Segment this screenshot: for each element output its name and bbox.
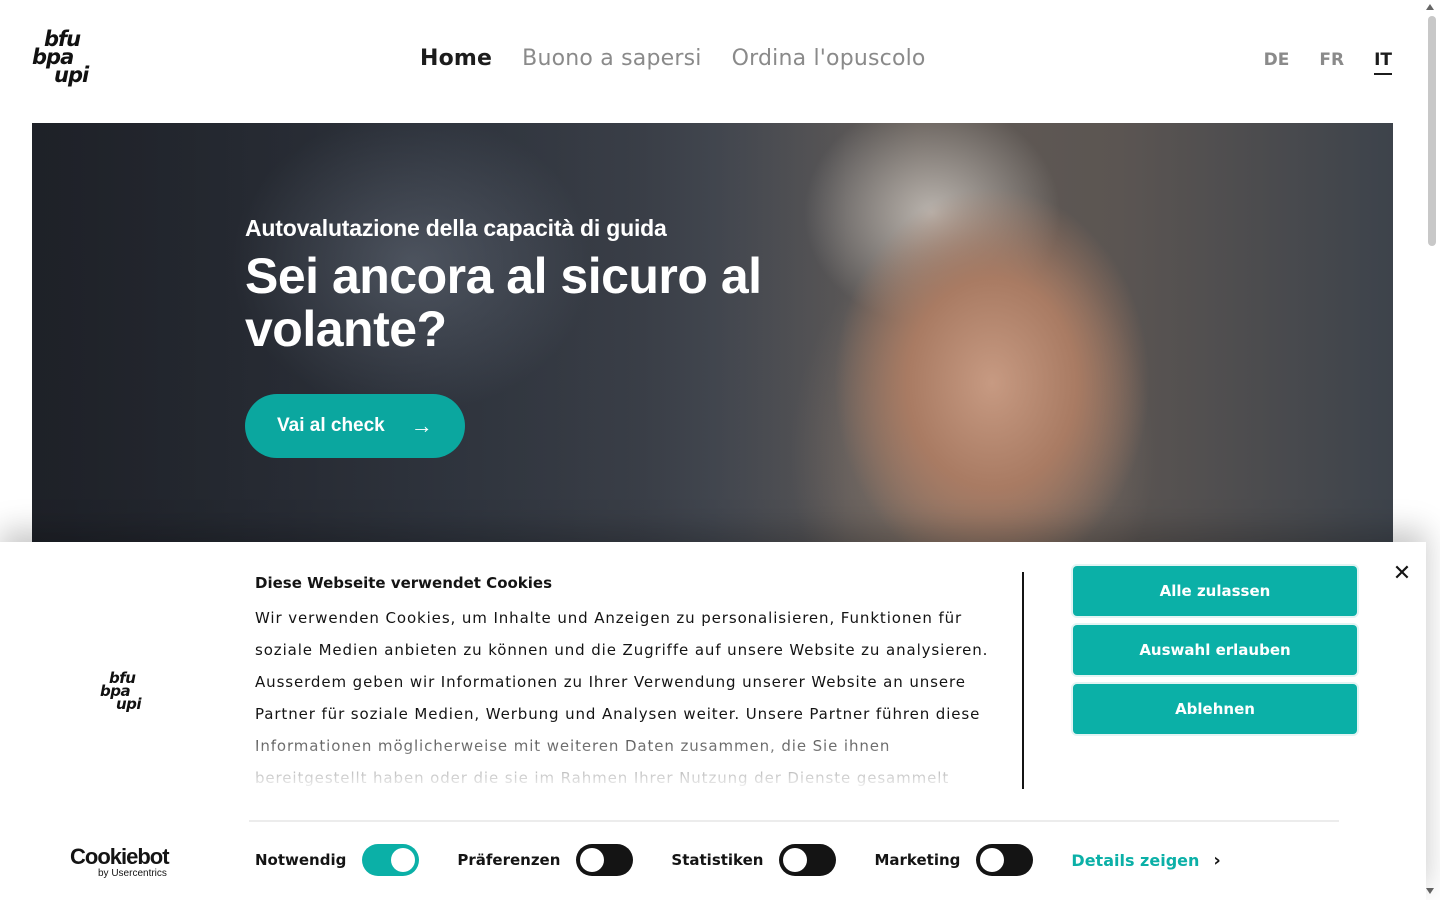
toggle-preferences[interactable] (576, 844, 634, 876)
consent-marketing: Marketing (874, 844, 1034, 876)
toggle-necessary[interactable] (362, 844, 420, 876)
cookie-actions: Alle zulassen Auswahl erlauben Ablehnen (1073, 566, 1357, 734)
consent-preferences: Präferenzen (457, 844, 634, 876)
cookie-description: Wir verwenden Cookies, um Inhalte und An… (255, 602, 1005, 788)
consent-toggles: Notwendig Präferenzen Statistiken Market… (255, 844, 1221, 876)
cookiebot-logo[interactable]: Cookiebot by Usercentrics (70, 844, 170, 879)
chevron-right-icon: › (1213, 849, 1221, 871)
toggle-knob (391, 848, 416, 872)
toggle-marketing[interactable] (976, 844, 1034, 876)
lang-it[interactable]: IT (1374, 50, 1392, 75)
consent-necessary: Notwendig (255, 844, 420, 876)
nav-item-ordina-opuscolo[interactable]: Ordina l'opuscolo (732, 46, 926, 71)
toggle-statistics[interactable] (779, 844, 837, 876)
toggle-knob (580, 848, 605, 872)
check-button-label: Vai al check (277, 415, 385, 436)
nav-item-buono-a-sapersi[interactable]: Buono a sapersi (522, 46, 701, 71)
allow-selection-button[interactable]: Auswahl erlauben (1073, 625, 1357, 675)
toggle-knob (980, 848, 1005, 872)
cookie-banner-logo: bfu bpa upi (100, 669, 142, 713)
show-details-link[interactable]: Details zeigen › (1071, 850, 1220, 871)
consent-statistics: Statistiken (671, 844, 837, 876)
check-button[interactable]: Vai al check → (245, 394, 465, 458)
main-nav: Home Buono a sapersi Ordina l'opuscolo (420, 46, 926, 71)
cookie-title: Diese Webseite verwendet Cookies (255, 574, 553, 592)
cookie-separator (249, 820, 1339, 822)
allow-all-button[interactable]: Alle zulassen (1073, 566, 1357, 616)
cookie-divider (1022, 572, 1024, 789)
arrow-right-icon: → (410, 413, 433, 438)
scrollbar-thumb[interactable] (1428, 16, 1436, 246)
close-icon[interactable]: ✕ (1392, 563, 1412, 585)
lang-fr[interactable]: FR (1319, 50, 1344, 75)
bfu-logo[interactable]: bfu bpa upi (32, 29, 96, 94)
scroll-up-icon[interactable] (1426, 4, 1434, 10)
scroll-down-icon[interactable] (1426, 888, 1434, 894)
lang-de[interactable]: DE (1264, 50, 1290, 75)
hero-kicker: Autovalutazione della capacità di guida (245, 215, 667, 241)
nav-item-home[interactable]: Home (420, 46, 492, 71)
deny-button[interactable]: Ablehnen (1073, 684, 1357, 734)
toggle-knob (783, 848, 808, 872)
hero-title: Sei ancora al sicuro al volante? (245, 248, 762, 357)
language-switcher: DE FR IT (1264, 50, 1392, 75)
hero-content: Autovalutazione della capacità di guida … (245, 215, 785, 458)
hero-banner: Autovalutazione della capacità di guida … (32, 123, 1393, 553)
cookie-banner: bfu bpa upi Diese Webseite verwendet Coo… (0, 542, 1426, 900)
